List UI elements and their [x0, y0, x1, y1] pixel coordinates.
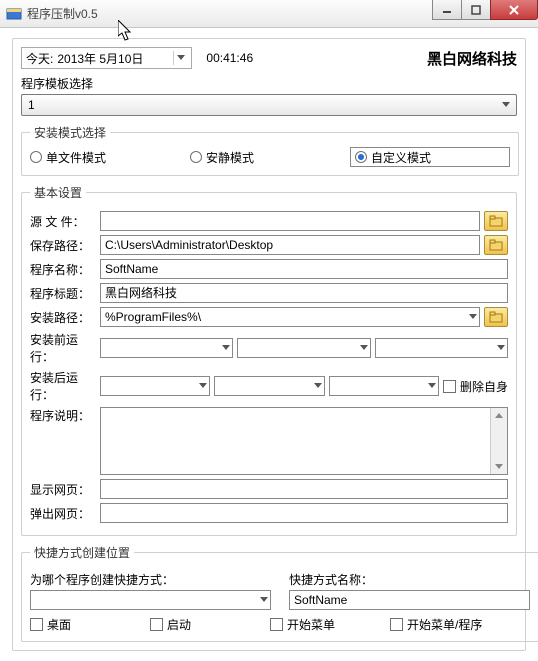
chevron-down-icon: [469, 314, 477, 320]
name-input[interactable]: SoftName: [100, 259, 508, 279]
titlebar: 程序压制v0.5: [0, 0, 538, 28]
desc-textarea[interactable]: [100, 407, 508, 475]
app-icon: [6, 6, 22, 22]
scrollbar[interactable]: [490, 408, 507, 474]
before-select-3[interactable]: [375, 338, 508, 358]
shortcut-group: 快捷方式创建位置 为哪个程序创建快捷方式： 快捷方式名称： SoftName 桌…: [21, 544, 538, 642]
pop-input[interactable]: [100, 503, 508, 523]
radio-single-file[interactable]: 单文件模式: [30, 147, 190, 167]
after-select-1[interactable]: [100, 376, 210, 396]
basic-settings-group: 基本设置 源 文 件： 保存路径： C:\Users\Administrator…: [21, 184, 517, 536]
shortcut-legend: 快捷方式创建位置: [30, 544, 134, 561]
time-value: 00:41:46: [206, 51, 253, 65]
maximize-button[interactable]: [461, 0, 491, 20]
browse-save-button[interactable]: [484, 235, 508, 255]
after-label: 安装后运行：: [30, 369, 96, 403]
template-value: 1: [28, 98, 35, 112]
title-label: 程序标题：: [30, 285, 96, 302]
brand-label: 黑白网络科技: [427, 48, 517, 69]
save-input[interactable]: C:\Users\Administrator\Desktop: [100, 235, 480, 255]
chevron-down-icon: [314, 383, 322, 389]
chevron-down-icon: [360, 345, 368, 351]
source-input[interactable]: [100, 211, 480, 231]
delete-self-label: 删除自身: [460, 378, 508, 395]
radio-silent[interactable]: 安静模式: [190, 147, 350, 167]
dropdown-icon[interactable]: [173, 51, 187, 65]
install-mode-group: 安装模式选择 单文件模式 安静模式 自定义模式: [21, 124, 519, 176]
pop-label: 弹出网页：: [30, 505, 96, 522]
browse-path-button[interactable]: [484, 307, 508, 327]
chk-startmenu[interactable]: 开始菜单: [270, 616, 390, 633]
chevron-down-icon: [497, 345, 505, 351]
save-label: 保存路径：: [30, 237, 96, 254]
name-label: 程序名称：: [30, 261, 96, 278]
template-dropdown[interactable]: 1: [21, 94, 517, 116]
today-label: 今天:: [26, 50, 57, 67]
after-select-3[interactable]: [329, 376, 439, 396]
before-select-2[interactable]: [237, 338, 370, 358]
path-label: 安装路径：: [30, 309, 96, 326]
chevron-down-icon: [222, 345, 230, 351]
show-input[interactable]: [100, 479, 508, 499]
scroll-down-icon[interactable]: [492, 459, 507, 474]
show-label: 显示网页：: [30, 481, 96, 498]
after-select-2[interactable]: [214, 376, 324, 396]
chevron-down-icon: [260, 597, 268, 603]
chevron-down-icon: [502, 102, 510, 108]
chk-startup[interactable]: 启动: [150, 616, 270, 633]
basic-legend: 基本设置: [30, 184, 86, 201]
close-button[interactable]: [490, 0, 538, 20]
before-select-1[interactable]: [100, 338, 233, 358]
browse-source-button[interactable]: [484, 211, 508, 231]
chk-desktop[interactable]: 桌面: [30, 616, 150, 633]
minimize-button[interactable]: [432, 0, 462, 20]
date-picker[interactable]: 今天: 2013年 5月10日: [21, 47, 192, 69]
chevron-down-icon: [428, 383, 436, 389]
window-title: 程序压制v0.5: [27, 5, 98, 22]
date-value: 2013年 5月10日: [57, 50, 143, 67]
shortcut-for-select[interactable]: [30, 590, 271, 610]
shortcut-name-input[interactable]: SoftName: [289, 590, 530, 610]
cursor-icon: [118, 20, 136, 42]
path-select[interactable]: %ProgramFiles%\: [100, 307, 480, 327]
shortcut-for-label: 为哪个程序创建快捷方式：: [30, 571, 271, 588]
before-label: 安装前运行：: [30, 331, 96, 365]
radio-custom[interactable]: 自定义模式: [350, 147, 510, 167]
shortcut-name-label: 快捷方式名称：: [289, 571, 530, 588]
desc-label: 程序说明：: [30, 407, 96, 424]
chevron-down-icon: [199, 383, 207, 389]
template-label: 程序模板选择: [21, 75, 517, 92]
title-input[interactable]: 黑白网络科技: [100, 283, 508, 303]
source-label: 源 文 件：: [30, 213, 96, 230]
chk-startmenu-prog[interactable]: 开始菜单/程序: [390, 616, 530, 633]
delete-self-checkbox[interactable]: [443, 380, 456, 393]
scroll-up-icon[interactable]: [492, 408, 507, 423]
install-mode-legend: 安装模式选择: [30, 124, 110, 141]
